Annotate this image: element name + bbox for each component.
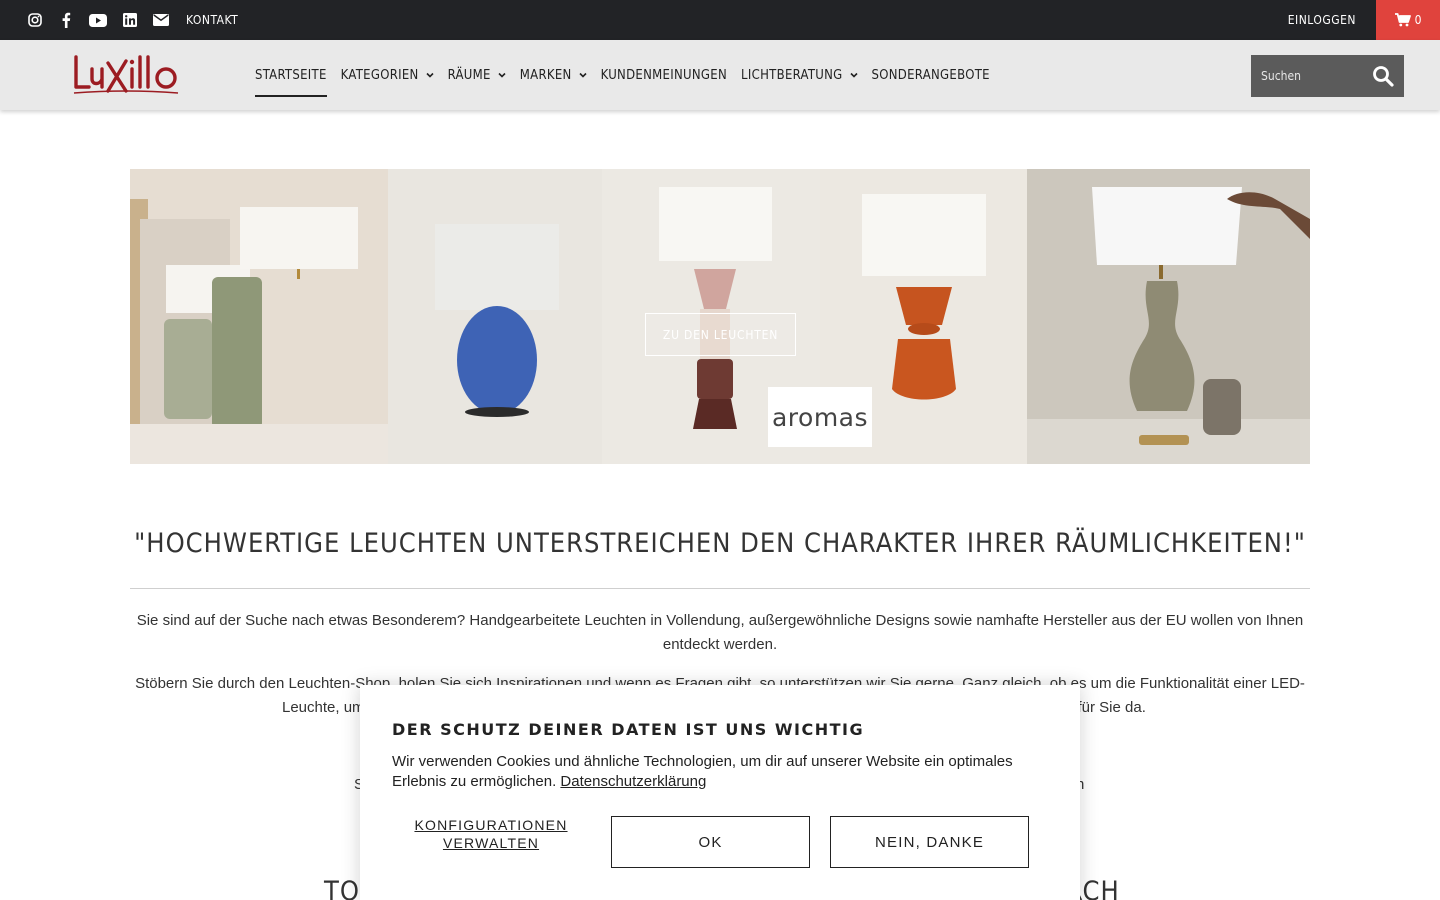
nav-raeume[interactable]: RÄUME xyxy=(448,40,506,110)
cookie-consent-dialog: DER SCHUTZ DEINER DATEN IST UNS WICHTIG … xyxy=(360,685,1080,900)
chevron-down-icon xyxy=(849,72,858,78)
hero-banner[interactable]: ZU DEN LEUCHTEN aromas xyxy=(130,169,1310,464)
cookie-title: DER SCHUTZ DEINER DATEN IST UNS WICHTIG xyxy=(392,720,865,739)
nav-startseite[interactable]: STARTSEITE xyxy=(255,40,327,110)
linkedin-icon[interactable] xyxy=(121,11,139,29)
chevron-down-icon xyxy=(579,72,587,78)
lamp-image-olive xyxy=(1027,169,1310,464)
site-logo[interactable] xyxy=(72,53,180,97)
nav-marken[interactable]: MARKEN xyxy=(520,40,587,110)
privacy-policy-link[interactable]: Datenschutzerklärung xyxy=(560,773,706,790)
main-header: STARTSEITE KATEGORIEN RÄUME MARKEN KUNDE… xyxy=(0,40,1440,110)
search-icon[interactable] xyxy=(1372,65,1394,87)
cart-icon xyxy=(1394,13,1411,27)
cart-button[interactable]: 0 xyxy=(1376,0,1440,40)
youtube-icon[interactable] xyxy=(88,11,108,29)
top-bar: KONTAKT EINLOGGEN 0 xyxy=(0,0,1440,40)
search-input[interactable] xyxy=(1251,55,1363,97)
search-box xyxy=(1251,55,1404,97)
intro-paragraph: Sie sind auf der Suche nach etwas Besond… xyxy=(136,612,1304,653)
divider xyxy=(130,588,1310,589)
facebook-icon[interactable] xyxy=(57,11,75,29)
second-paragraph-line2-start: Leuchte, um xyxy=(282,699,365,716)
mail-icon[interactable] xyxy=(152,11,170,29)
login-link[interactable]: EINLOGGEN xyxy=(1288,0,1356,40)
chevron-down-icon xyxy=(426,72,434,78)
cookie-ok-button[interactable]: OK xyxy=(611,816,810,868)
chevron-down-icon xyxy=(498,72,506,78)
lamp-image-green xyxy=(130,169,388,464)
main-nav: STARTSEITE KATEGORIEN RÄUME MARKEN KUNDE… xyxy=(255,40,1004,110)
instagram-icon[interactable] xyxy=(26,11,44,29)
cookie-decline-button[interactable]: NEIN, DANKE xyxy=(830,816,1029,868)
manage-configurations-link[interactable]: KONFIGURATIONEN VERWALTEN xyxy=(400,816,582,852)
lamp-image-blue xyxy=(388,169,602,464)
to-lamps-button[interactable]: ZU DEN LEUCHTEN xyxy=(645,313,796,356)
nav-lichtberatung[interactable]: LICHTBERATUNG xyxy=(741,40,858,110)
brand-badge-aromas: aromas xyxy=(768,387,872,447)
social-links: KONTAKT xyxy=(26,0,238,40)
contact-link[interactable]: KONTAKT xyxy=(186,13,238,27)
cart-count: 0 xyxy=(1414,13,1422,27)
nav-kategorien[interactable]: KATEGORIEN xyxy=(341,40,434,110)
nav-sonderangebote[interactable]: SONDERANGEBOTE xyxy=(872,40,990,110)
cookie-text: Wir verwenden Cookies und ähnliche Techn… xyxy=(392,752,1052,792)
page-headline: "HOCHWERTIGE LEUCHTEN UNTERSTREICHEN DEN… xyxy=(134,528,1306,559)
nav-kundenmeinungen[interactable]: KUNDENMEINUNGEN xyxy=(601,40,727,110)
